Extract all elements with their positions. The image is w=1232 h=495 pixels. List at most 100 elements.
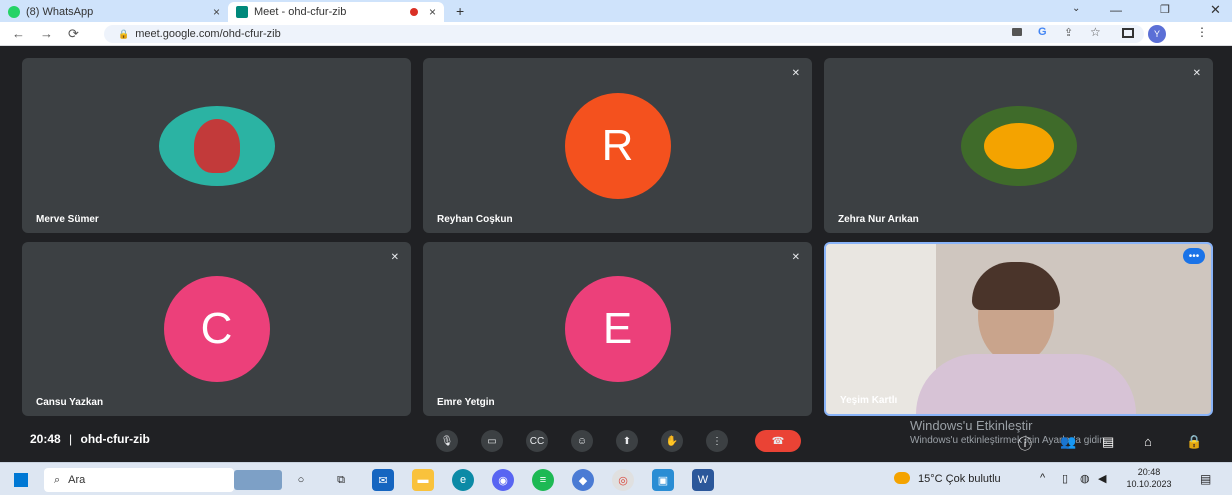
host-controls-icon[interactable]: 🔒 <box>1186 434 1202 450</box>
clock-date: 10.10.2023 <box>1126 479 1172 489</box>
meeting-time: 20:48 <box>30 432 61 446</box>
participant-tile-active[interactable]: ••• Yeşim Kartlı <box>824 242 1213 416</box>
tab-label: (8) WhatsApp <box>26 6 94 18</box>
participant-name: Zehra Nur Arıkan <box>838 214 919 225</box>
search-label: Ara <box>68 474 86 486</box>
clock[interactable]: 20:48 10.10.2023 <box>1120 466 1178 490</box>
watermark-subtitle: Windows'u etkinleştirmek için Ayarlar'a … <box>910 435 1108 446</box>
close-icon[interactable]: × <box>429 5 436 19</box>
file-explorer-icon[interactable]: ▬ <box>412 469 434 491</box>
back-icon[interactable]: ← <box>12 26 25 41</box>
spotify-icon[interactable]: ≡ <box>532 469 554 491</box>
edge-icon[interactable]: e <box>452 469 474 491</box>
side-panel-icon[interactable] <box>1122 28 1134 38</box>
restore-icon[interactable]: ❐ <box>1160 3 1170 16</box>
more-options-icon[interactable]: ••• <box>1183 248 1205 264</box>
photo-figure <box>193 118 240 173</box>
participant-tile[interactable]: ✕ C Cansu Yazkan <box>22 242 411 416</box>
network-icon[interactable]: ◍ <box>1080 472 1090 485</box>
video-wall <box>826 244 936 414</box>
video-person-hair <box>972 262 1060 310</box>
menu-icon[interactable]: ⋮ <box>1196 25 1208 39</box>
video-person-body <box>916 354 1136 414</box>
participant-name: Merve Sümer <box>36 214 99 225</box>
meeting-code: ohd-cfur-zib <box>80 432 150 446</box>
more-icon[interactable]: ⋮ <box>706 430 728 452</box>
people-icon[interactable]: 👥 <box>1060 434 1076 450</box>
bookmark-star-icon[interactable]: ☆ <box>1090 25 1101 39</box>
avatar-initial: C <box>163 276 270 382</box>
chat-icon[interactable]: ▤ <box>1102 434 1114 450</box>
forward-icon[interactable]: → <box>40 26 53 41</box>
emoji-icon[interactable]: ☺ <box>571 430 593 452</box>
participant-tile[interactable]: Merve Sümer <box>22 58 411 233</box>
meet-control-bar: 20:48 | ohd-cfur-zib 🎙 ▭ CC ☺ ⬆ ✋ ⋮ ☎ Wi… <box>0 418 1232 464</box>
task-view-icon[interactable]: ⧉ <box>330 469 352 491</box>
participant-photo <box>158 105 275 186</box>
present-icon[interactable]: ⬆ <box>616 430 638 452</box>
close-window-icon[interactable]: ✕ <box>1210 2 1221 18</box>
profile-avatar[interactable]: Y <box>1148 25 1166 43</box>
captions-icon[interactable]: CC <box>526 430 548 452</box>
taskbar-search[interactable]: ⌕ Ara <box>44 468 234 492</box>
camera-in-use-icon[interactable] <box>1012 28 1022 36</box>
battery-icon[interactable]: ▯ <box>1062 472 1068 485</box>
mic-off-icon: ✕ <box>791 252 800 263</box>
camera-icon[interactable]: ▭ <box>481 430 503 452</box>
weather-icon[interactable] <box>894 472 910 484</box>
minimize-icon[interactable]: — <box>1110 3 1122 17</box>
info-icon[interactable]: ⓘ <box>1018 434 1032 454</box>
avatar-initial: E <box>564 276 671 382</box>
meet-grid: Merve Sümer ✕ R Reyhan Coşkun ✕ Zehra Nu… <box>0 46 1232 464</box>
volume-icon[interactable]: ◀ <box>1098 472 1106 485</box>
tray-chevron-icon[interactable]: ^ <box>1040 472 1045 484</box>
activation-watermark: Windows'u Etkinleştir Windows'u etkinleş… <box>910 418 1108 446</box>
tab-whatsapp[interactable]: (8) WhatsApp × <box>0 2 228 22</box>
tab-label: Meet - ohd-cfur-zib <box>254 6 347 18</box>
mic-icon[interactable]: 🎙 <box>436 430 458 452</box>
cortana-icon[interactable]: ○ <box>290 469 312 491</box>
watermark-title: Windows'u Etkinleştir <box>910 418 1033 433</box>
chrome-icon[interactable]: ◎ <box>612 469 634 491</box>
tab-meet[interactable]: Meet - ohd-cfur-zib × <box>228 2 444 22</box>
search-icon: ⌕ <box>54 473 61 486</box>
mail-icon[interactable]: ✉ <box>372 469 394 491</box>
participant-name: Yeşim Kartlı <box>840 395 898 406</box>
mic-off-icon: ✕ <box>1192 68 1201 79</box>
windows-start-icon[interactable] <box>14 473 28 487</box>
participant-tile[interactable]: ✕ E Emre Yetgin <box>423 242 812 416</box>
whatsapp-icon <box>8 6 20 18</box>
participant-name: Emre Yetgin <box>437 397 495 408</box>
avatar-initial: R <box>564 92 671 199</box>
tab-strip: (8) WhatsApp × Meet - ohd-cfur-zib × + —… <box>0 0 1232 22</box>
photo-flower <box>983 122 1054 169</box>
meet-icon <box>236 6 248 18</box>
word-icon[interactable]: W <box>692 469 714 491</box>
close-icon[interactable]: × <box>213 5 220 19</box>
app-icon[interactable]: ◆ <box>572 469 594 491</box>
recording-icon <box>410 8 418 16</box>
hand-icon[interactable]: ✋ <box>661 430 683 452</box>
reload-icon[interactable]: ⟳ <box>68 26 79 42</box>
taskbar: ⌕ Ara ○ ⧉ ✉ ▬ e ◉ ≡ ◆ ◎ ▣ W 15°C Çok bul… <box>0 462 1232 495</box>
clock-time: 20:48 <box>1137 467 1161 477</box>
url-field[interactable]: 🔒 meet.google.com/ohd-cfur-zib <box>104 25 1144 43</box>
participant-tile[interactable]: ✕ R Reyhan Coşkun <box>423 58 812 233</box>
url-text: meet.google.com/ohd-cfur-zib <box>135 28 281 40</box>
share-icon[interactable]: ⇪ <box>1064 26 1073 39</box>
activities-icon[interactable]: ⌂ <box>1144 434 1152 449</box>
notification-icon[interactable]: ▤ <box>1200 472 1211 486</box>
weather-text[interactable]: 15°C Çok bulutlu <box>918 473 1001 485</box>
meeting-info: 20:48 | ohd-cfur-zib <box>30 432 150 446</box>
tab-search-icon[interactable]: ⌄ <box>1072 3 1080 14</box>
new-tab-button[interactable]: + <box>456 3 464 19</box>
mic-off-icon: ✕ <box>390 252 399 263</box>
participant-photo <box>960 105 1077 186</box>
end-call-icon[interactable]: ☎ <box>755 430 801 452</box>
participant-name: Reyhan Coşkun <box>437 214 513 225</box>
mic-off-icon: ✕ <box>791 68 800 79</box>
discord-icon[interactable]: ◉ <box>492 469 514 491</box>
participant-tile[interactable]: ✕ Zehra Nur Arıkan <box>824 58 1213 233</box>
photos-icon[interactable]: ▣ <box>652 469 674 491</box>
google-icon[interactable]: G <box>1038 26 1047 38</box>
